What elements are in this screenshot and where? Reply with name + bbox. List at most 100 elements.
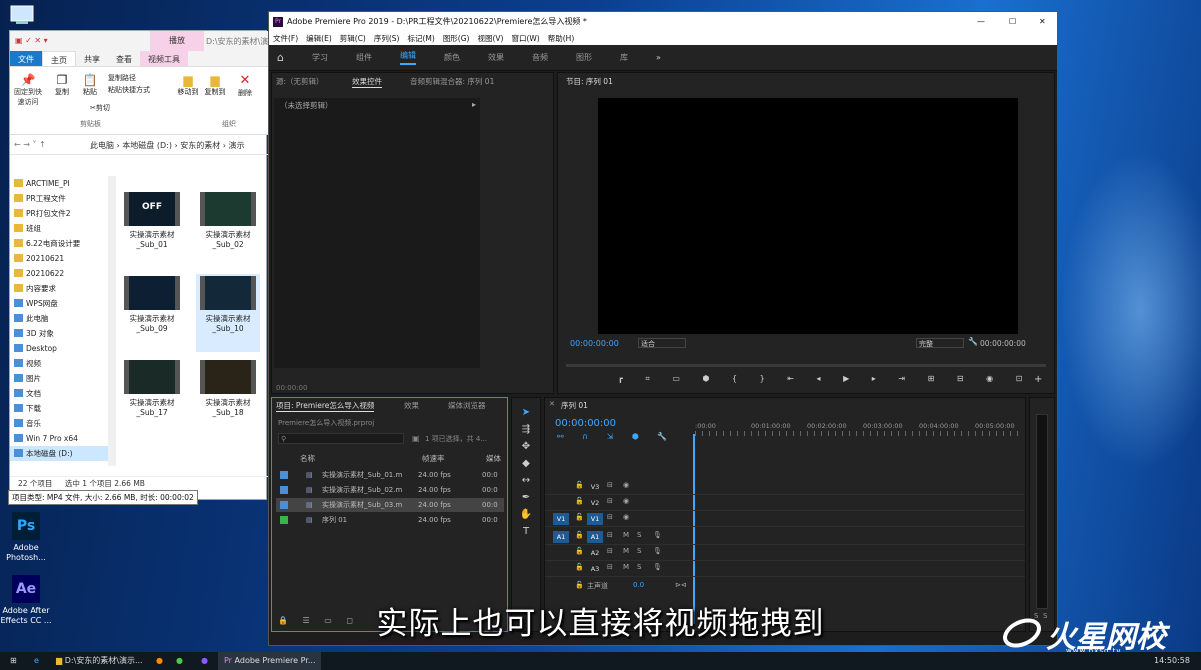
nav-item[interactable]: 6.22电商设计要: [10, 236, 108, 251]
menu-item[interactable]: 视图(V): [473, 32, 507, 45]
workspace-tab[interactable]: 颜色: [444, 52, 460, 63]
source-patch[interactable]: A1: [553, 531, 569, 543]
project-item[interactable]: ▤ 序列 01 24.00 fps 00:0: [276, 513, 504, 527]
master-volume[interactable]: 0.0: [633, 581, 644, 589]
sync-lock-icon[interactable]: ⊟: [607, 563, 613, 571]
quick-access-toolbar[interactable]: ▣ ✓ ✕ ▾: [15, 36, 48, 45]
cut-button[interactable]: ✂剪切: [90, 103, 110, 113]
tab-program[interactable]: 节目: 序列 01: [566, 76, 613, 87]
menu-item[interactable]: 窗口(W): [507, 32, 543, 45]
nav-item[interactable]: ARCTIME_PI: [10, 176, 108, 191]
video-track-row[interactable]: 🔓 V3 ⊟ ◉: [545, 480, 1025, 495]
file-thumbnail[interactable]: 实操演示素材 _Sub_09: [120, 274, 184, 352]
master-track-row[interactable]: 🔓 主声道 0.0 ⊳⊲: [545, 580, 1025, 595]
minimize-button[interactable]: —: [977, 12, 985, 32]
audio-track-row[interactable]: 🔓 A3 ⊟ M S 🎙: [545, 562, 1025, 577]
source-patch[interactable]: V1: [553, 513, 569, 525]
sync-lock-icon[interactable]: ⊟: [607, 547, 613, 555]
mic-icon[interactable]: 🎙: [653, 531, 662, 539]
transport-controls[interactable]: ┏ ⌗ ▭ ⬢ { } ⇤ ◂ ▶ ▸ ⇥ ⊞ ⊟ ◉ ⊡: [618, 374, 1022, 388]
wrench-icon[interactable]: 🔧: [968, 337, 978, 346]
tab-source[interactable]: 源:（无剪辑）: [276, 76, 324, 87]
breadcrumb[interactable]: 此电脑 › 本地磁盘 (D:) › 安东的素材 › 演示: [90, 140, 245, 151]
workspace-tab[interactable]: 图形: [576, 52, 592, 63]
track-name[interactable]: V3: [587, 481, 603, 493]
audio-track-row[interactable]: A1 🔓 A1 ⊟ M S 🎙: [545, 530, 1025, 545]
maximize-button[interactable]: ☐: [1009, 12, 1016, 32]
nav-item[interactable]: 20210622: [10, 266, 108, 281]
move-to-button[interactable]: ▆ 移动到: [176, 73, 200, 97]
tab-media-browser[interactable]: 媒体浏览器: [448, 400, 486, 411]
tab-effects[interactable]: 效果: [404, 400, 419, 411]
tab-view[interactable]: 查看: [108, 51, 140, 66]
nav-scrollbar[interactable]: [108, 176, 116, 466]
mute-button[interactable]: M: [623, 531, 629, 539]
ripple-edit-tool-icon[interactable]: ✥: [512, 438, 540, 455]
lock-icon[interactable]: 🔓: [575, 563, 584, 571]
eye-icon[interactable]: ◉: [623, 513, 629, 521]
workspace-tab[interactable]: 音频: [532, 52, 548, 63]
app-icon[interactable]: ●: [195, 652, 214, 670]
lock-icon[interactable]: 🔓: [575, 497, 584, 505]
nav-item[interactable]: 图片: [10, 371, 108, 386]
solo-button[interactable]: S: [637, 563, 641, 571]
menu-item[interactable]: 文件(F): [269, 32, 302, 45]
track-name[interactable]: V1: [587, 513, 603, 525]
workspace-tab[interactable]: 效果: [488, 52, 504, 63]
column-name[interactable]: 名称: [300, 453, 315, 464]
timeline-timecode[interactable]: 00:00:00:00: [555, 418, 616, 429]
more-workspaces-icon[interactable]: »: [656, 53, 661, 62]
chrome-icon[interactable]: ●: [170, 652, 189, 670]
nav-item[interactable]: 视频: [10, 356, 108, 371]
menu-item[interactable]: 序列(S): [370, 32, 404, 45]
nav-item[interactable]: 下载: [10, 401, 108, 416]
timeline-ruler[interactable]: :00:00 00:01:00:00 00:02:00:00 00:03:00:00 0…: [695, 422, 1020, 442]
paste-shortcut-button[interactable]: 粘贴快捷方式: [108, 85, 150, 95]
nav-item[interactable]: 内容要求: [10, 281, 108, 296]
mic-icon[interactable]: 🎙: [653, 547, 662, 555]
nav-item[interactable]: 音乐: [10, 416, 108, 431]
workspace-tab[interactable]: 组件: [356, 52, 372, 63]
project-item[interactable]: ▤ 实操演示素材_Sub_03.m 24.00 fps 00:0: [276, 498, 504, 512]
pen-tool-icon[interactable]: ✒: [512, 489, 540, 506]
desktop-icon-photoshop[interactable]: Ps Adobe Photosh...: [0, 512, 52, 563]
sync-lock-icon[interactable]: ⊟: [607, 481, 613, 489]
tab-project[interactable]: 项目: Premiere怎么导入视频: [276, 400, 375, 412]
program-scrub-bar[interactable]: [566, 364, 1046, 367]
clock[interactable]: 14:50:58: [1148, 652, 1196, 670]
workspace-tab[interactable]: 学习: [312, 52, 328, 63]
nav-item[interactable]: 班组: [10, 221, 108, 236]
track-name[interactable]: V2: [587, 497, 603, 509]
mute-button[interactable]: M: [623, 547, 629, 555]
fit-dropdown[interactable]: 适合: [638, 338, 686, 348]
workspace-tab[interactable]: 编辑: [399, 50, 416, 65]
hand-tool-icon[interactable]: ✋: [512, 506, 540, 523]
file-thumbnail[interactable]: 实操演示素材 _Sub_10: [196, 274, 260, 352]
column-fps[interactable]: 帧速率: [422, 453, 445, 464]
paste-button[interactable]: 📋 粘贴: [78, 73, 102, 97]
track-select-tool-icon[interactable]: ⇶: [512, 421, 540, 438]
file-thumbnail[interactable]: 实操演示素材 _Sub_02: [196, 190, 260, 268]
lock-icon[interactable]: 🔓: [575, 531, 584, 539]
sync-lock-icon[interactable]: ⊟: [607, 531, 613, 539]
menu-item[interactable]: 剪辑(C): [336, 32, 370, 45]
copy-path-button[interactable]: 复制路径: [108, 73, 136, 83]
nav-item[interactable]: 本地磁盘 (D:): [10, 446, 108, 461]
sync-lock-icon[interactable]: ⊟: [607, 513, 613, 521]
mic-icon[interactable]: 🎙: [653, 563, 662, 571]
nav-item[interactable]: Desktop: [10, 341, 108, 356]
file-thumbnail[interactable]: 实操演示素材 _Sub_18: [196, 358, 260, 436]
eye-icon[interactable]: ◉: [623, 497, 629, 505]
lock-icon[interactable]: 🔓: [575, 581, 584, 589]
file-thumbnail[interactable]: OFF 实操演示素材 _Sub_01: [120, 190, 184, 268]
nav-item[interactable]: 20210621: [10, 251, 108, 266]
expand-arrow-icon[interactable]: ▸: [472, 100, 476, 109]
copy-button[interactable]: ❐ 复制: [52, 73, 72, 97]
nav-item[interactable]: WPS网盘: [10, 296, 108, 311]
taskbar-premiere[interactable]: Pr Adobe Premiere Pr...: [218, 652, 322, 670]
project-item[interactable]: ▤ 实操演示素材_Sub_01.m 24.00 fps 00:0: [276, 468, 504, 482]
file-thumbnail[interactable]: 实操演示素材 _Sub_17: [120, 358, 184, 436]
address-bar[interactable]: ← → ˅ ↑ 此电脑 › 本地磁盘 (D:) › 安东的素材 › 演示: [10, 137, 268, 155]
close-button[interactable]: ✕: [1039, 12, 1046, 32]
sync-lock-icon[interactable]: ⊟: [607, 497, 613, 505]
